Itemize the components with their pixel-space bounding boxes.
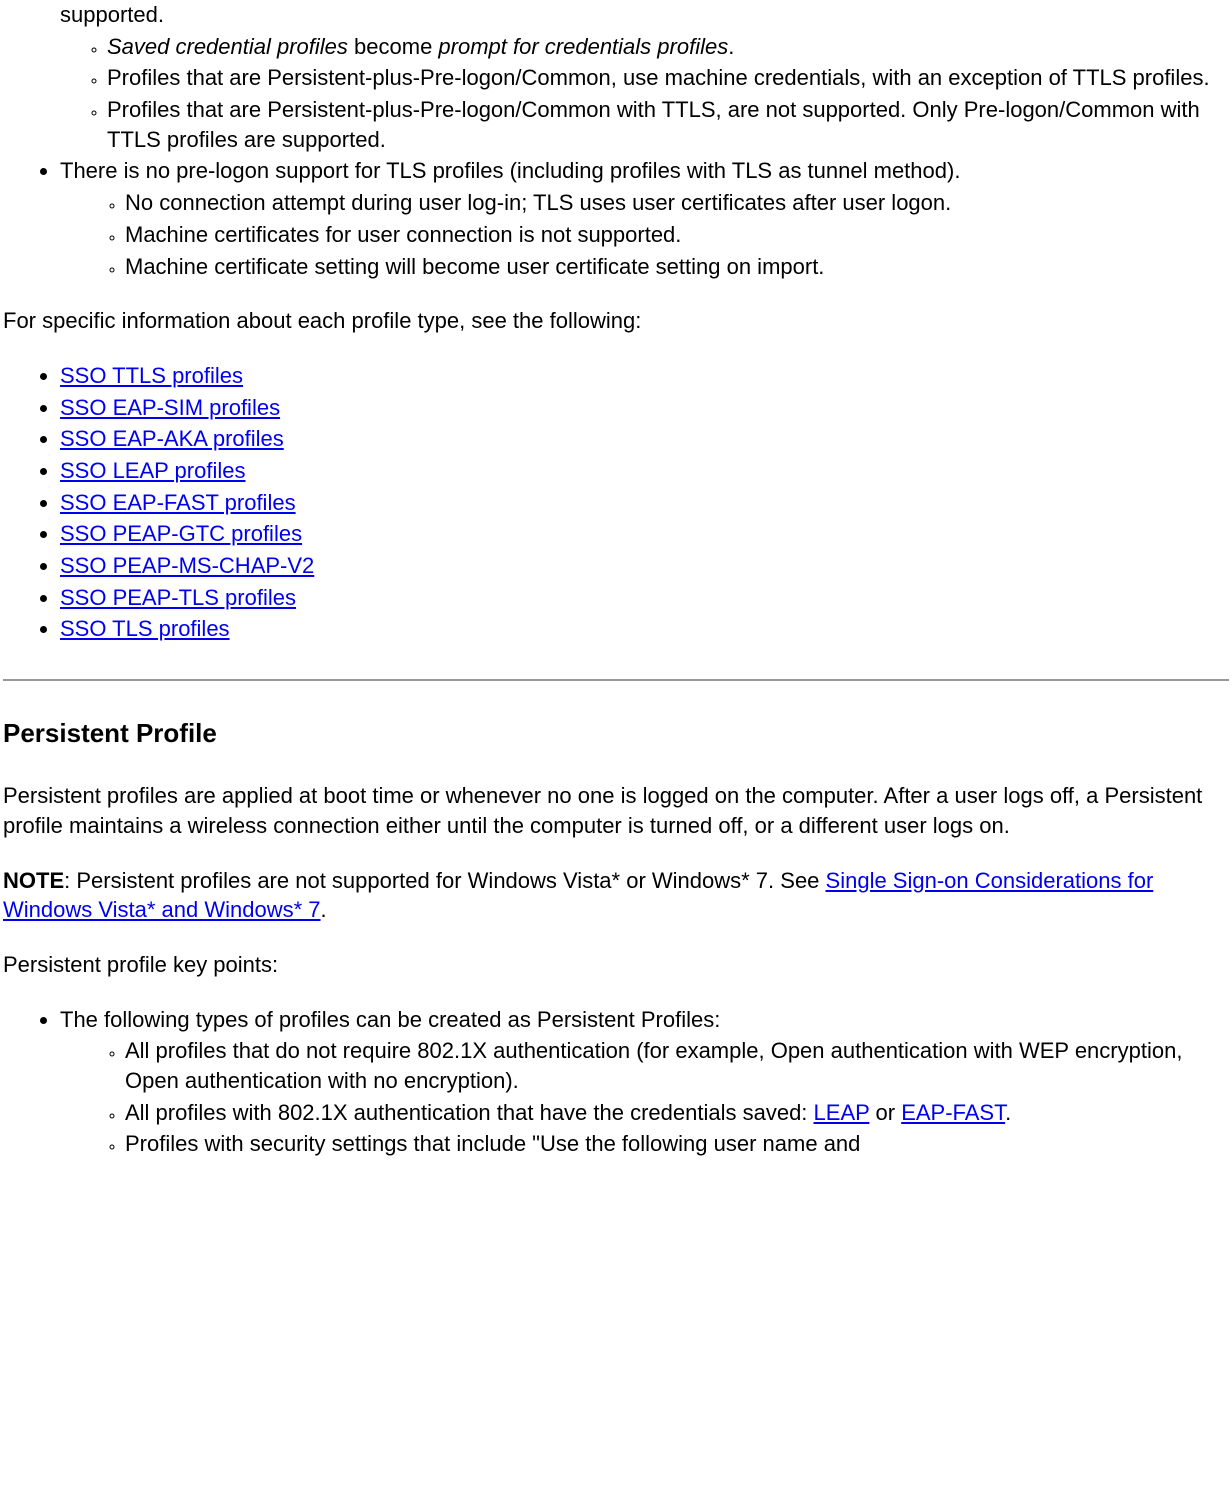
list-item: Profiles with security settings that inc… (125, 1129, 1232, 1159)
sso-eap-fast-link[interactable]: SSO EAP-FAST profiles (60, 490, 296, 515)
text: or (869, 1100, 901, 1125)
note-label: NOTE (3, 868, 64, 893)
sso-leap-link[interactable]: SSO LEAP profiles (60, 458, 245, 483)
text: Profiles with security settings that inc… (125, 1131, 860, 1156)
list-item: Profiles that are Persistent-plus-Pre-lo… (107, 63, 1232, 93)
note-text-end: . (321, 897, 327, 922)
divider (3, 679, 1229, 681)
list-item: SSO EAP-FAST profiles (60, 488, 1232, 518)
sub-list: All profiles that do not require 802.1X … (60, 1036, 1232, 1159)
text: Profiles that are Persistent-plus-Pre-lo… (107, 65, 1210, 90)
list-item: SSO PEAP-MS-CHAP-V2 (60, 551, 1232, 581)
text: become (348, 34, 439, 59)
note-text: : Persistent profiles are not supported … (64, 868, 825, 893)
sso-peap-gtc-link[interactable]: SSO PEAP-GTC profiles (60, 521, 302, 546)
persistent-profile-heading: Persistent Profile (3, 716, 1232, 751)
sso-eap-sim-link[interactable]: SSO EAP-SIM profiles (60, 395, 280, 420)
leap-link[interactable]: LEAP (814, 1100, 870, 1125)
list-item: SSO PEAP-TLS profiles (60, 583, 1232, 613)
eap-fast-link[interactable]: EAP-FAST (901, 1100, 1005, 1125)
list-item: All profiles with 802.1X authentication … (125, 1098, 1232, 1128)
fragment-text: supported. (60, 2, 164, 27)
sub-list: Saved credential profiles become prompt … (42, 32, 1232, 155)
list-item: supported. Saved credential profiles bec… (42, 0, 1232, 154)
list-item: SSO EAP-AKA profiles (60, 424, 1232, 454)
list-item: No connection attempt during user log-in… (125, 188, 1232, 218)
list-item: Machine certificate setting will become … (125, 252, 1232, 282)
sub-list: No connection attempt during user log-in… (60, 188, 1232, 281)
list-item: Profiles that are Persistent-plus-Pre-lo… (107, 95, 1232, 154)
text: No connection attempt during user log-in… (125, 190, 951, 215)
keypoints-intro: Persistent profile key points: (3, 950, 1229, 980)
text: Profiles that are Persistent-plus-Pre-lo… (107, 97, 1200, 152)
sso-peap-tls-link[interactable]: SSO PEAP-TLS profiles (60, 585, 296, 610)
text: . (728, 34, 734, 59)
text: . (1005, 1100, 1011, 1125)
italic-text: Saved credential profiles (107, 34, 348, 59)
list-item: SSO TTLS profiles (60, 361, 1232, 391)
list-item: The following types of profiles can be c… (60, 1005, 1232, 1159)
keypoints-list: The following types of profiles can be c… (0, 1005, 1232, 1159)
list-item: Machine certificates for user connection… (125, 220, 1232, 250)
list-item: All profiles that do not require 802.1X … (125, 1036, 1232, 1095)
text: Machine certificates for user connection… (125, 222, 681, 247)
list-item: Saved credential profiles become prompt … (107, 32, 1232, 62)
list-item: SSO PEAP-GTC profiles (60, 519, 1232, 549)
sso-tls-link[interactable]: SSO TLS profiles (60, 616, 230, 641)
list-item: SSO TLS profiles (60, 614, 1232, 644)
text: Machine certificate setting will become … (125, 254, 824, 279)
note-paragraph: NOTE: Persistent profiles are not suppor… (3, 866, 1229, 925)
paragraph-specific-info: For specific information about each prof… (3, 306, 1229, 336)
text: There is no pre-logon support for TLS pr… (60, 158, 960, 183)
text: The following types of profiles can be c… (60, 1007, 720, 1032)
list-item: There is no pre-logon support for TLS pr… (60, 156, 1232, 281)
sso-peap-mschapv2-link[interactable]: SSO PEAP-MS-CHAP-V2 (60, 553, 314, 578)
text: All profiles that do not require 802.1X … (125, 1038, 1182, 1093)
persistent-description: Persistent profiles are applied at boot … (3, 781, 1229, 840)
sso-links-list: SSO TTLS profiles SSO EAP-SIM profiles S… (0, 361, 1232, 644)
list-item: SSO EAP-SIM profiles (60, 393, 1232, 423)
text: All profiles with 802.1X authentication … (125, 1100, 814, 1125)
sso-ttls-link[interactable]: SSO TTLS profiles (60, 363, 243, 388)
list-item: SSO LEAP profiles (60, 456, 1232, 486)
italic-text: prompt for credentials profiles (438, 34, 728, 59)
top-level-list: supported. Saved credential profiles bec… (0, 0, 1232, 281)
sso-eap-aka-link[interactable]: SSO EAP-AKA profiles (60, 426, 284, 451)
